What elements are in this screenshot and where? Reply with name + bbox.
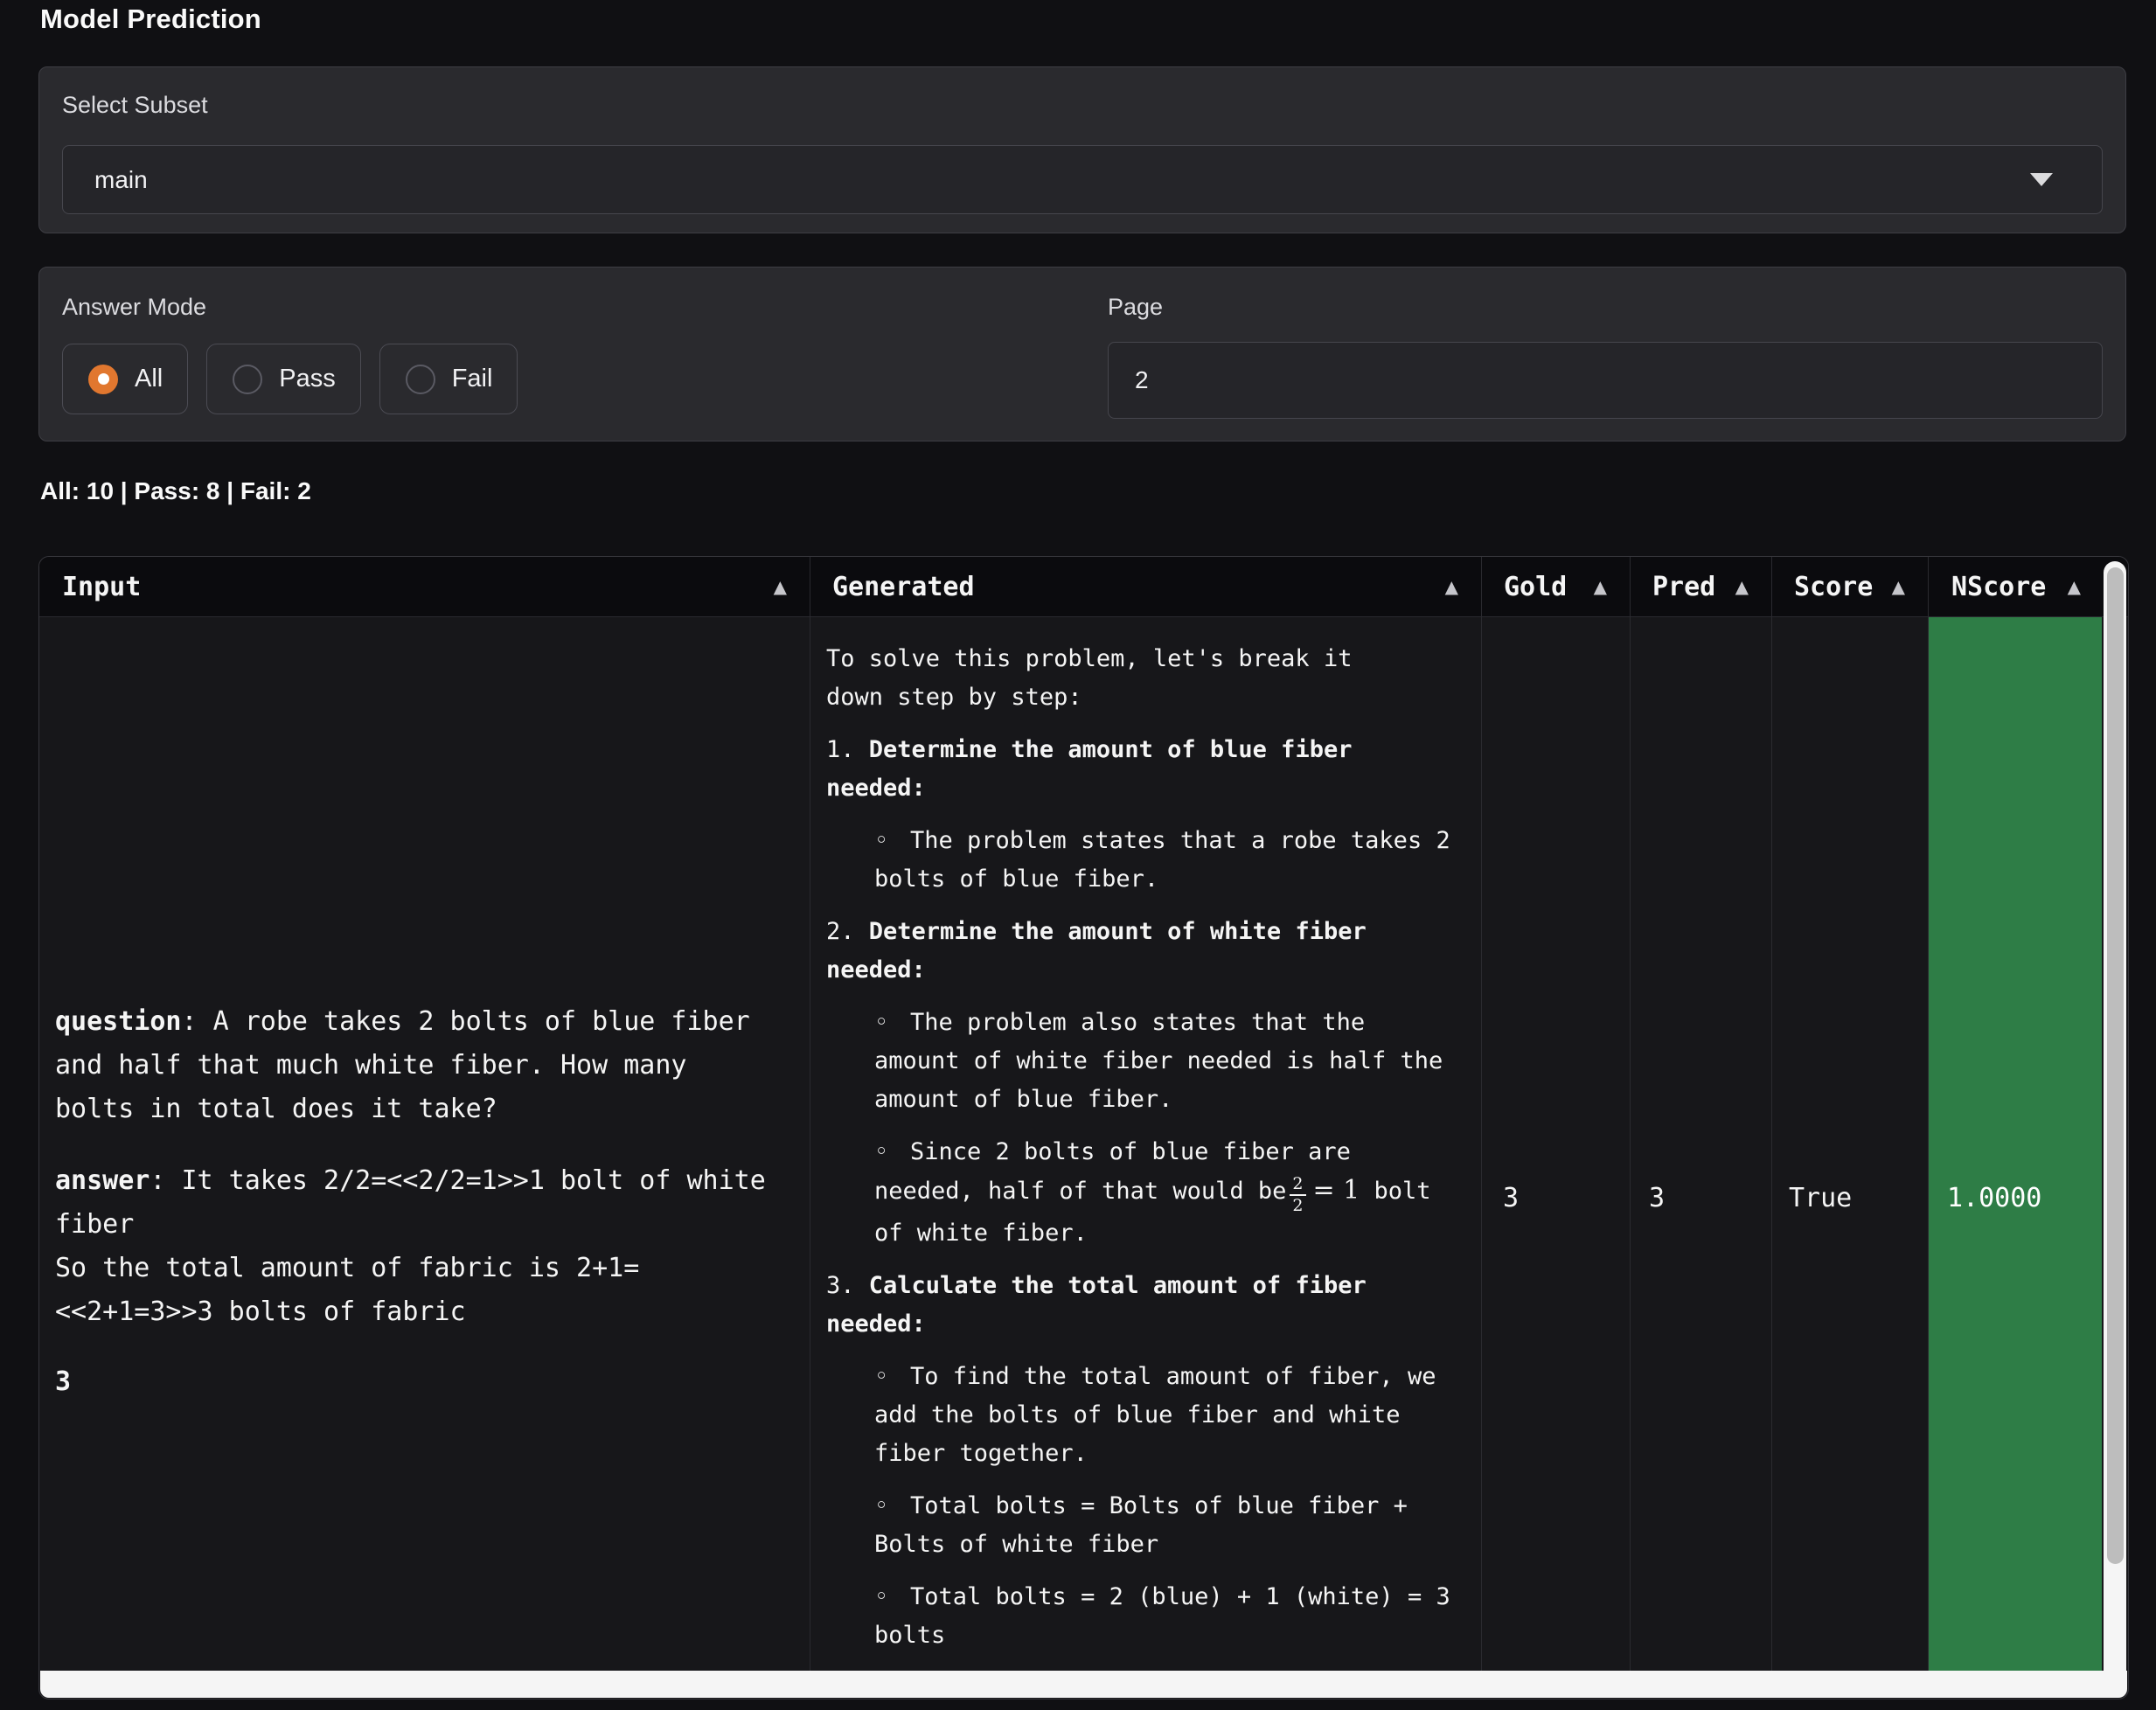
results-summary: All: 10 | Pass: 8 | Fail: 2: [40, 477, 311, 505]
vertical-scrollbar-thumb[interactable]: [2107, 567, 2124, 1564]
generated-bullet: ◦To find the total amount of fiber, we a…: [874, 1358, 1450, 1473]
pred-cell: 3: [1649, 1179, 1665, 1218]
radio-option-all[interactable]: All: [62, 344, 188, 414]
input-cell: question: A robe takes 2 bolts of blue f…: [55, 1000, 772, 1404]
generated-bullet-math: ◦Since 2 bolts of blue fiber are needed,…: [874, 1133, 1450, 1253]
column-header-generated[interactable]: Generated ▲: [810, 557, 1481, 616]
horizontal-scrollbar-track[interactable]: [40, 1671, 2127, 1698]
radio-option-label: Pass: [279, 365, 335, 393]
radio-option-pass[interactable]: Pass: [206, 344, 360, 414]
radio-option-label: Fail: [452, 365, 493, 393]
bullet-icon: ◦: [874, 1133, 910, 1171]
column-header-label: Pred: [1652, 572, 1715, 602]
sort-ascending-icon: ▲: [2068, 576, 2081, 597]
generated-bullet: ◦The problem also states that the amount…: [874, 1004, 1450, 1119]
sort-ascending-icon: ▲: [1445, 576, 1458, 597]
answer-text: answer: It takes 2/2=<<2/2=1>>1 bolt of …: [55, 1159, 772, 1334]
generated-step-heading: 2. Determine the amount of white fiber n…: [826, 913, 1403, 990]
answer-mode-label: Answer Mode: [62, 294, 206, 321]
generated-step-heading: 1. Determine the amount of blue fiber ne…: [826, 731, 1403, 808]
divider: [1630, 557, 1631, 1671]
subset-select[interactable]: main: [62, 145, 2103, 214]
bullet-icon: ◦: [874, 1578, 910, 1616]
column-header-input[interactable]: Input ▲: [39, 557, 810, 616]
nscore-cell: 1.0000: [1947, 1179, 2041, 1218]
page-title: Model Prediction: [40, 3, 261, 35]
divider: [1928, 557, 1929, 1671]
gold-cell: 3: [1503, 1179, 1519, 1218]
sort-ascending-icon: ▲: [1892, 576, 1905, 597]
column-header-label: Input: [62, 572, 141, 602]
column-header-label: Score: [1794, 572, 1873, 602]
page-number-input[interactable]: [1108, 342, 2103, 419]
subset-select-value: main: [94, 166, 2030, 194]
subset-label: Select Subset: [62, 92, 208, 119]
column-header-label: Gold: [1504, 572, 1567, 602]
generated-cell: To solve this problem, let's break it do…: [826, 640, 1450, 1655]
controls-panel: Answer Mode All Pass Fail Page: [38, 267, 2126, 441]
column-header-pred[interactable]: Pred ▲: [1630, 557, 1771, 616]
generated-intro: To solve this problem, let's break it do…: [826, 640, 1403, 717]
generated-bullet: ◦Total bolts = 2 (blue) + 1 (white) = 3 …: [874, 1578, 1450, 1655]
radio-selected-icon: [88, 365, 118, 394]
predictions-table: Input ▲ Generated ▲ Gold ▲ Pred ▲ Score …: [38, 556, 2129, 1700]
bullet-icon: ◦: [874, 1004, 910, 1042]
chevron-down-icon: [2030, 173, 2053, 186]
fraction: 22: [1290, 1176, 1305, 1214]
nscore-cell-highlight: [1929, 617, 2102, 1671]
sort-ascending-icon: ▲: [1735, 576, 1749, 597]
radio-option-fail[interactable]: Fail: [379, 344, 518, 414]
column-header-label: NScore: [1951, 572, 2046, 602]
final-answer: 3: [55, 1360, 772, 1404]
column-header-label: Generated: [832, 572, 975, 602]
column-header-gold[interactable]: Gold ▲: [1481, 557, 1630, 616]
radio-unselected-icon: [233, 365, 262, 394]
column-header-score[interactable]: Score ▲: [1771, 557, 1928, 616]
divider: [1771, 557, 1772, 1671]
column-header-nscore[interactable]: NScore ▲: [1929, 557, 2104, 616]
bullet-icon: ◦: [874, 1358, 910, 1396]
sort-ascending-icon: ▲: [1594, 576, 1607, 597]
radio-option-label: All: [135, 365, 163, 393]
sort-ascending-icon: ▲: [774, 576, 787, 597]
generated-bullet: ◦Total bolts = Bolts of blue fiber + Bol…: [874, 1487, 1450, 1564]
question-text: question: A robe takes 2 bolts of blue f…: [55, 1000, 772, 1131]
bullet-icon: ◦: [874, 822, 910, 860]
radio-unselected-icon: [406, 365, 435, 394]
page-number-label: Page: [1108, 294, 1163, 321]
generated-bullet: ◦The problem states that a robe takes 2 …: [874, 822, 1450, 899]
divider: [39, 616, 2128, 617]
divider: [1481, 557, 1482, 1671]
subset-panel: Select Subset main: [38, 66, 2126, 233]
answer-mode-radio-group: All Pass Fail: [62, 344, 518, 414]
generated-step-heading: 3. Calculate the total amount of fiber n…: [826, 1267, 1403, 1344]
score-cell: True: [1789, 1179, 1852, 1218]
bullet-icon: ◦: [874, 1487, 910, 1526]
table-header-row: Input ▲ Generated ▲ Gold ▲ Pred ▲ Score …: [39, 557, 2128, 616]
